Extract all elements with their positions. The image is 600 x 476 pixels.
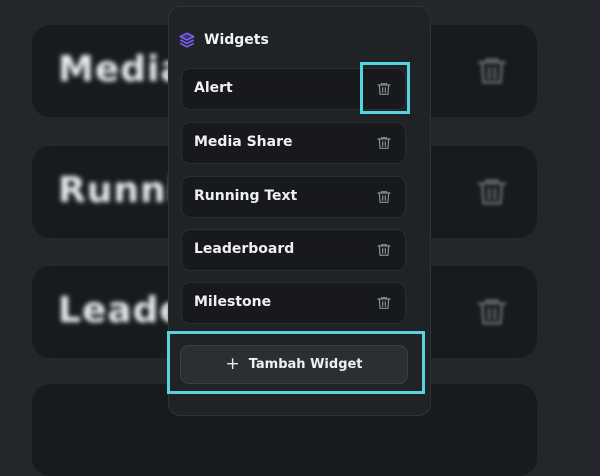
trash-icon (477, 58, 507, 84)
widget-label: Media Share (194, 134, 293, 150)
trash-icon (377, 137, 391, 149)
highlight-delete-alert (360, 62, 410, 114)
widget-item-leaderboard[interactable]: Leaderboard (181, 229, 406, 271)
panel-header: Widgets (178, 29, 269, 51)
widget-label: Milestone (194, 294, 272, 310)
widget-item-media-share[interactable]: Media Share (181, 122, 406, 164)
delete-widget-button[interactable] (375, 188, 393, 206)
trash-icon (477, 299, 507, 325)
trash-icon (477, 179, 507, 205)
delete-widget-button[interactable] (375, 134, 393, 152)
panel-title: Widgets (204, 32, 269, 48)
trash-icon (377, 244, 391, 256)
widget-item-running-text[interactable]: Running Text (181, 176, 406, 218)
delete-widget-button[interactable] (375, 241, 393, 259)
trash-icon (377, 297, 391, 309)
trash-icon (377, 191, 391, 203)
highlight-add-widget (167, 331, 425, 394)
background-card-label: Media (58, 49, 186, 90)
background-card-label: Leade (58, 290, 185, 331)
widget-label: Leaderboard (194, 241, 295, 257)
widget-label: Running Text (194, 188, 298, 204)
widget-label: Alert (194, 80, 233, 96)
widget-item-milestone[interactable]: Milestone (181, 282, 406, 324)
layers-icon (179, 32, 195, 48)
delete-widget-button[interactable] (375, 294, 393, 312)
